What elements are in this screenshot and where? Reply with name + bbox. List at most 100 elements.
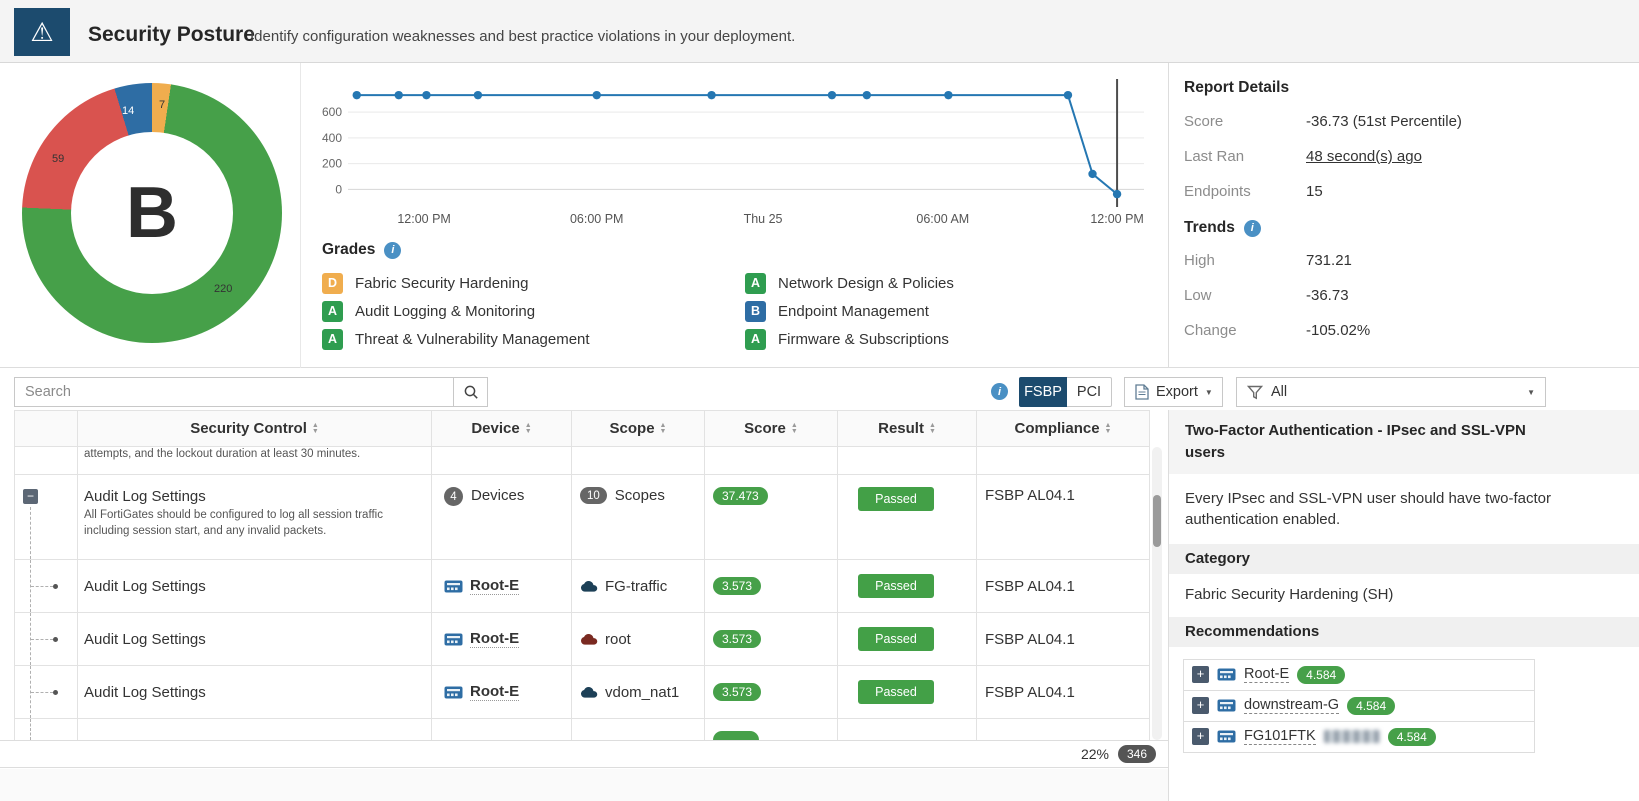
column-header-result[interactable]: Result ▲▼ — [838, 410, 977, 447]
clipped-description-text: attempts, and the lockout duration at le… — [78, 447, 431, 460]
column-header-scope[interactable]: Scope ▲▼ — [572, 410, 705, 447]
security-control-title: Audit Log Settings — [78, 475, 431, 508]
table-row-clipped[interactable] — [14, 719, 1150, 740]
device-name-link[interactable]: FG101FTK — [1244, 728, 1316, 745]
pci-toggle[interactable]: PCI — [1067, 377, 1112, 407]
grade-item: D Fabric Security Hardening — [322, 269, 745, 297]
recommendation-row[interactable]: + FG101FTK 4.584 — [1183, 721, 1535, 753]
divider — [1168, 63, 1169, 368]
grade-label: Fabric Security Hardening — [355, 275, 528, 292]
info-icon[interactable]: i — [384, 242, 401, 259]
fsbp-toggle[interactable]: FSBP — [1019, 377, 1067, 407]
trend-row-value: 731.21 — [1306, 252, 1352, 269]
document-icon — [1135, 384, 1149, 400]
report-details-title: Report Details — [1184, 79, 1624, 97]
report-row-label: Last Ran — [1184, 148, 1306, 165]
recommendation-row[interactable]: + downstream-G 4.584 — [1183, 690, 1535, 722]
svg-text:400: 400 — [322, 131, 342, 145]
fortigate-device-icon — [1217, 699, 1236, 712]
column-label: Result — [878, 420, 924, 437]
grade-label: Audit Logging & Monitoring — [355, 303, 535, 320]
recommendations-list: + Root-E 4.584 + downstream-G 4.584 + FG… — [1183, 659, 1535, 753]
column-header-compliance[interactable]: Compliance ▲▼ — [977, 410, 1150, 447]
tree-line — [31, 586, 53, 587]
compliance-cell: FSBP AL04.1 — [985, 684, 1075, 701]
grade-item: A Network Design & Policies — [745, 269, 1152, 297]
last-ran-link[interactable]: 48 second(s) ago — [1306, 148, 1422, 165]
recommendation-row[interactable]: + Root-E 4.584 — [1183, 659, 1535, 691]
trend-row-label: High — [1184, 252, 1306, 269]
grade-label: Endpoint Management — [778, 303, 929, 320]
table-row-parent[interactable]: − Audit Log Settings All FortiGates shou… — [14, 475, 1150, 560]
expand-recommendation-button[interactable]: + — [1192, 728, 1209, 745]
vdom-cloud-icon — [580, 633, 598, 646]
fortigate-device-icon — [444, 580, 463, 593]
export-label: Export — [1156, 384, 1198, 400]
page-header: ⚠ Security Posture Identify configuratio… — [0, 0, 1639, 63]
grade-badge: A — [745, 273, 766, 294]
table-scrollbar[interactable] — [1152, 447, 1162, 740]
chevron-down-icon: ▼ — [1205, 388, 1213, 397]
recommendation-score-badge: 4.584 — [1388, 728, 1436, 746]
column-header-score[interactable]: Score ▲▼ — [705, 410, 838, 447]
filter-dropdown[interactable]: All ▼ — [1236, 377, 1546, 407]
security-controls-table: Security Control ▲▼ Device ▲▼ Scope ▲▼ S… — [14, 410, 1150, 740]
tree-line — [30, 719, 31, 740]
info-icon[interactable]: i — [991, 383, 1008, 400]
sort-icon: ▲▼ — [525, 423, 532, 435]
device-name[interactable]: Root-E — [470, 630, 519, 648]
expand-recommendation-button[interactable]: + — [1192, 697, 1209, 714]
donut-segment-label-red: 59 — [52, 153, 64, 165]
grade-item: A Firmware & Subscriptions — [745, 325, 1152, 353]
column-header-security-control[interactable]: Security Control ▲▼ — [78, 410, 432, 447]
grade-item: B Endpoint Management — [745, 297, 1152, 325]
report-row: Endpoints 15 — [1184, 183, 1624, 218]
device-name-link[interactable]: Root-E — [1244, 666, 1289, 683]
security-control-title: Audit Log Settings — [78, 684, 206, 701]
detail-panel-title: Two-Factor Authentication - IPsec and SS… — [1169, 410, 1639, 474]
filter-icon — [1247, 385, 1263, 400]
column-header-device[interactable]: Device ▲▼ — [432, 410, 572, 447]
overall-grade-label: B — [126, 172, 178, 254]
grade-badge: A — [322, 329, 343, 350]
security-control-description: All FortiGates should be configured to l… — [78, 508, 431, 539]
device-count-badge: 4 — [444, 487, 463, 506]
page-title: Security Posture — [88, 23, 255, 47]
result-badge: Passed — [858, 627, 934, 651]
column-label: Device — [471, 420, 519, 437]
table-row-child[interactable]: Audit Log Settings Root-E vdom_nat1 3.57… — [14, 666, 1150, 719]
score-badge: 3.573 — [713, 577, 761, 595]
warning-icon: ⚠ — [30, 17, 53, 48]
donut-segment-label-blue: 14 — [122, 105, 134, 117]
expand-recommendation-button[interactable]: + — [1192, 666, 1209, 683]
scope-count-badge: 10 — [580, 487, 607, 504]
recommendation-score-badge: 4.584 — [1297, 666, 1345, 684]
divider — [300, 63, 301, 368]
grade-label: Network Design & Policies — [778, 275, 954, 292]
security-control-title: Audit Log Settings — [78, 578, 206, 595]
report-row-label: Endpoints — [1184, 183, 1306, 200]
search-input[interactable] — [14, 377, 454, 407]
svg-text:06:00 PM: 06:00 PM — [570, 212, 624, 226]
export-button[interactable]: Export ▼ — [1124, 377, 1223, 407]
svg-text:12:00 PM: 12:00 PM — [1090, 212, 1144, 226]
trend-row: High 731.21 — [1184, 252, 1624, 287]
table-row-child[interactable]: Audit Log Settings Root-E root 3.573 Pas… — [14, 613, 1150, 666]
device-name[interactable]: Root-E — [470, 577, 519, 595]
fortigate-device-icon — [1217, 730, 1236, 743]
device-name[interactable]: Root-E — [470, 683, 519, 701]
scrollbar-thumb[interactable] — [1153, 495, 1161, 547]
tree-node-dot — [53, 690, 58, 695]
table-row-child[interactable]: Audit Log Settings Root-E FG-traffic 3.5… — [14, 560, 1150, 613]
device-name-link[interactable]: downstream-G — [1244, 697, 1339, 714]
table-row-clipped[interactable]: attempts, and the lockout duration at le… — [14, 447, 1150, 475]
page-subtitle: Identify configuration weaknesses and be… — [250, 28, 795, 45]
search-button[interactable] — [453, 377, 488, 407]
tree-line — [31, 692, 53, 693]
table-header-row: Security Control ▲▼ Device ▲▼ Scope ▲▼ S… — [14, 410, 1150, 447]
column-label: Security Control — [190, 420, 307, 437]
collapse-row-button[interactable]: − — [23, 489, 38, 504]
donut-segment-label-orange: 7 — [159, 99, 165, 111]
score-badge — [713, 731, 759, 740]
info-icon[interactable]: i — [1244, 220, 1261, 237]
